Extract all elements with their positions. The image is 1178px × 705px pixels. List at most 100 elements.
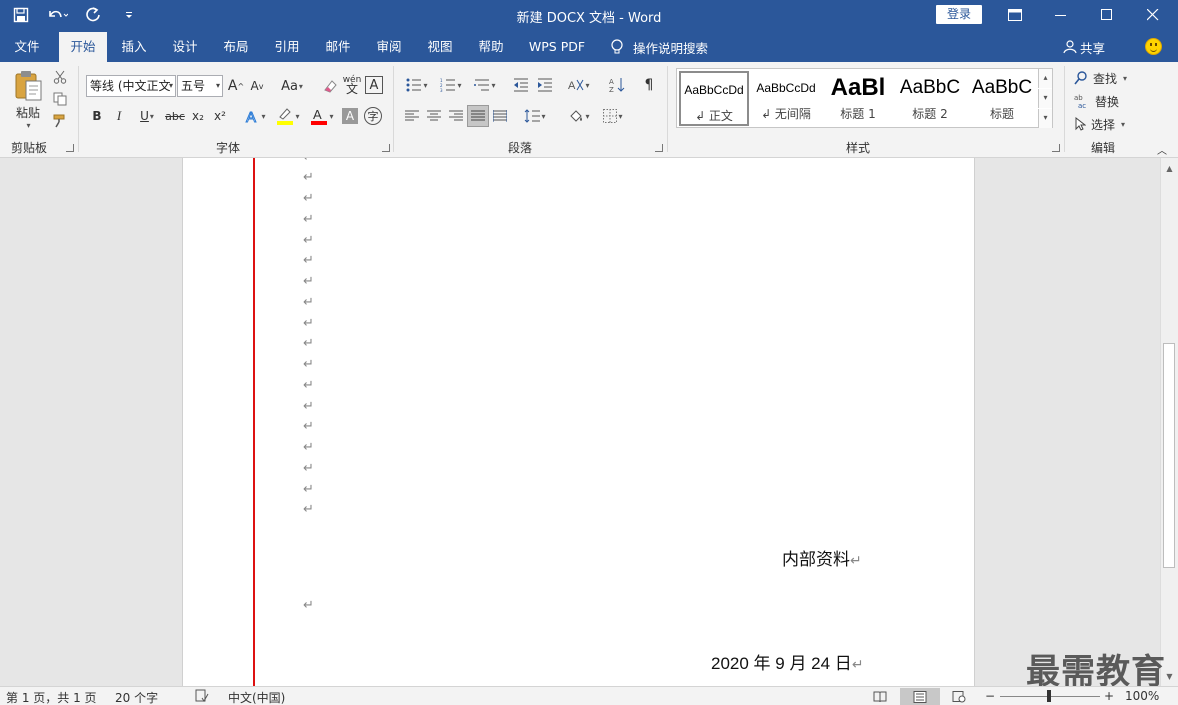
multilevel-list-button[interactable]: ▾ [470, 74, 500, 96]
tab-file[interactable]: 文件 [4, 32, 50, 62]
paragraph-launcher-icon[interactable] [655, 144, 663, 152]
text-effects-button[interactable]: A ▾ [240, 106, 270, 126]
web-layout-icon[interactable] [946, 688, 972, 705]
tab-mailings[interactable]: 邮件 [316, 32, 360, 62]
select-button[interactable]: 选择 ▾ [1074, 114, 1138, 134]
highlight-button[interactable]: ▾ [272, 106, 304, 126]
proofing-icon[interactable] [195, 689, 209, 705]
tell-me-search[interactable]: 操作说明搜索 [610, 32, 708, 62]
superscript-button[interactable]: x² [210, 106, 230, 126]
word-count[interactable]: 20 个字 [115, 689, 158, 705]
bold-button[interactable]: B [88, 106, 106, 126]
zoom-level[interactable]: 100% [1125, 689, 1159, 703]
grow-font-button[interactable]: A ^ [227, 76, 245, 96]
sort-icon[interactable]: AZ [606, 74, 628, 96]
style-title[interactable]: AaBbC 标题 [967, 71, 1037, 126]
character-shading-icon[interactable]: A [342, 108, 358, 124]
style-heading-2[interactable]: AaBbC 标题 2 [895, 71, 965, 126]
scroll-up-icon[interactable]: ▲ [1161, 160, 1178, 177]
increase-indent-icon[interactable] [534, 74, 556, 96]
print-layout-icon[interactable] [900, 688, 940, 705]
share-button[interactable]: 共享 [1063, 32, 1105, 62]
subscript-button[interactable]: x₂ [188, 106, 208, 126]
styles-launcher-icon[interactable] [1052, 144, 1060, 152]
tab-review[interactable]: 审阅 [367, 32, 411, 62]
font-color-button[interactable]: A ▾ [306, 106, 338, 126]
tab-design[interactable]: 设计 [163, 32, 207, 62]
align-right-icon[interactable] [446, 106, 466, 126]
find-button[interactable]: 查找 ▾ [1074, 68, 1138, 88]
date-paragraph[interactable]: 2020 年 9 月 24 日↵ [711, 649, 864, 674]
styles-more-icon[interactable]: ▾ [1038, 109, 1052, 128]
vertical-scrollbar[interactable]: ▲ ▼ [1160, 158, 1178, 686]
phonetic-guide-icon[interactable]: wén 文 [342, 74, 362, 96]
underline-button[interactable]: U ▾ [132, 106, 162, 126]
format-painter-icon[interactable] [50, 112, 70, 130]
redo-icon[interactable] [82, 4, 104, 26]
style-heading-1[interactable]: AaBl 标题 1 [823, 71, 893, 126]
internal-label-paragraph[interactable]: 内部资料↵ [782, 545, 862, 570]
page-info[interactable]: 第 1 页，共 1 页 [6, 689, 97, 705]
zoom-out-button[interactable]: − [985, 689, 995, 703]
styles-scroll-up-icon[interactable]: ▴ [1038, 69, 1052, 88]
font-name-combo[interactable]: 等线 (中文正文 ▾ [86, 75, 176, 97]
page[interactable]: ↵↵↵↵↵↵↵↵↵↵↵↵↵↵↵↵↵↵ 内部资料↵ ↵ 2020 年 9 月 24… [182, 158, 975, 686]
customize-qat-icon[interactable] [118, 4, 140, 26]
tab-layout[interactable]: 布局 [214, 32, 258, 62]
line-spacing-button[interactable]: ▾ [520, 106, 550, 126]
zoom-slider-thumb[interactable] [1047, 690, 1051, 702]
character-border-icon[interactable]: A [365, 76, 383, 94]
align-center-icon[interactable] [424, 106, 444, 126]
font-size-combo[interactable]: 五号 ▾ [177, 75, 223, 97]
style-normal[interactable]: AaBbCcDd ↲ 正文 [679, 71, 749, 126]
strikethrough-button[interactable]: abc [164, 106, 186, 126]
borders-button[interactable]: ▾ [598, 106, 628, 126]
replace-button[interactable]: ab ac 替换 [1074, 91, 1138, 111]
tab-help[interactable]: 帮助 [469, 32, 513, 62]
title-bar: 新建 DOCX 文档 - Word 登录 [0, 0, 1178, 32]
justify-icon[interactable] [467, 105, 489, 127]
tab-view[interactable]: 视图 [418, 32, 462, 62]
shading-button[interactable]: ▾ [564, 106, 594, 126]
distributed-icon[interactable] [490, 106, 510, 126]
login-button[interactable]: 登录 [936, 5, 982, 24]
align-left-icon[interactable] [402, 106, 422, 126]
copy-icon[interactable] [50, 90, 70, 108]
chinese-layout-button[interactable]: A ▾ [564, 74, 594, 96]
close-icon[interactable] [1130, 0, 1176, 30]
share-label: 共享 [1080, 40, 1106, 56]
enclose-characters-icon[interactable]: 字 [364, 107, 382, 125]
numbering-button[interactable]: 1 2 3 ▾ [436, 74, 466, 96]
italic-button[interactable]: I [110, 106, 128, 126]
decrease-indent-icon[interactable] [510, 74, 532, 96]
clear-formatting-icon[interactable] [320, 76, 340, 96]
line-spacing-icon [525, 109, 541, 123]
save-icon[interactable] [10, 4, 32, 26]
read-mode-icon[interactable] [867, 688, 893, 705]
maximize-icon[interactable] [1084, 0, 1130, 30]
language[interactable]: 中文(中国) [228, 689, 285, 705]
tab-wps-pdf[interactable]: WPS PDF [521, 32, 593, 62]
cut-icon[interactable] [50, 68, 70, 86]
show-paragraph-marks-icon[interactable]: ¶ [640, 74, 658, 96]
tab-home[interactable]: 开始 [59, 32, 107, 62]
shrink-font-button[interactable]: Av [248, 76, 266, 96]
ribbon-display-options-icon[interactable] [992, 0, 1038, 30]
svg-text:3: 3 [440, 88, 443, 92]
clipboard-launcher-icon[interactable] [66, 144, 74, 152]
zoom-in-button[interactable]: + [1104, 689, 1114, 703]
paragraph-mark: ↵ [303, 598, 314, 613]
font-launcher-icon[interactable] [382, 144, 390, 152]
tab-insert[interactable]: 插入 [112, 32, 156, 62]
bullets-button[interactable]: ▾ [402, 74, 432, 96]
paste-button[interactable]: 粘贴 ▾ [8, 68, 48, 132]
style-no-spacing[interactable]: AaBbCcDd ↲ 无间隔 [751, 71, 821, 126]
collapse-ribbon-icon[interactable]: ︿ [1154, 142, 1170, 157]
scroll-thumb[interactable] [1163, 343, 1175, 568]
undo-icon[interactable] [46, 4, 68, 26]
feedback-smiley-icon[interactable] [1145, 38, 1162, 55]
change-case-button[interactable]: Aa ▾ [276, 76, 308, 96]
minimize-icon[interactable] [1038, 0, 1084, 30]
tab-references[interactable]: 引用 [265, 32, 309, 62]
styles-scroll-down-icon[interactable]: ▾ [1038, 89, 1052, 108]
